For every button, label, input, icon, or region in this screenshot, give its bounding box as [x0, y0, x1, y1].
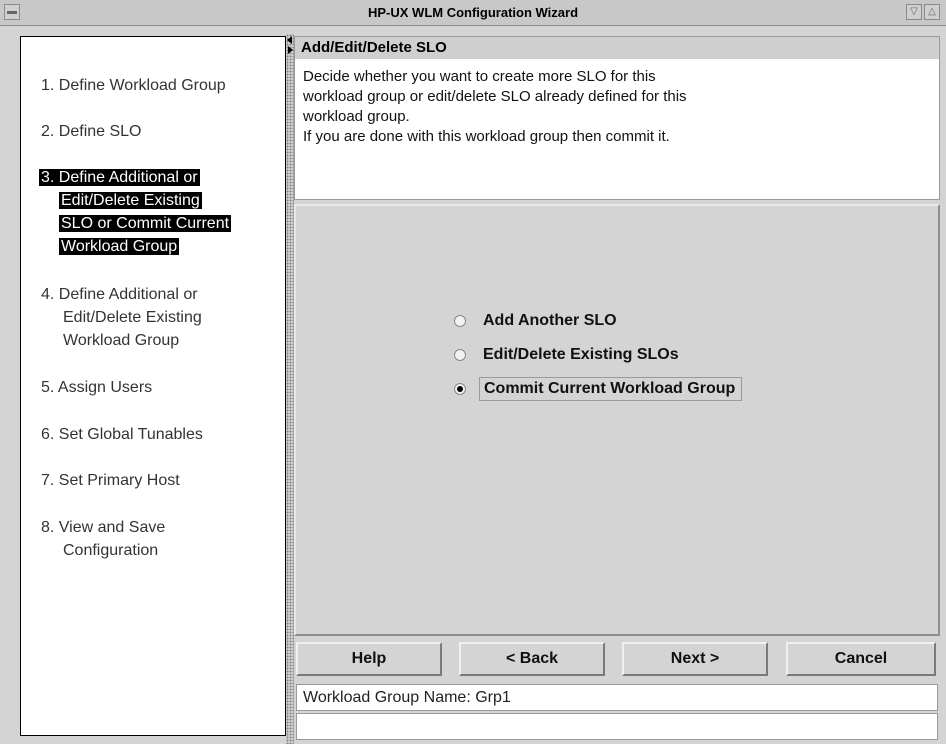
step-4-line: Workload Group	[63, 332, 180, 349]
step-7[interactable]: 7. Set Primary Host	[41, 469, 261, 492]
options-panel: Add Another SLO Edit/Delete Existing SLO…	[294, 204, 940, 636]
description-line: workload group.	[303, 108, 410, 125]
title-bar: ▬ HP-UX WLM Configuration Wizard ▽ △	[0, 0, 946, 26]
minimize-icon[interactable]: ▽	[906, 4, 922, 20]
pane-splitter[interactable]	[286, 34, 294, 744]
window-title: HP-UX WLM Configuration Wizard	[367, 5, 579, 20]
collapse-left-icon[interactable]	[287, 36, 292, 44]
option-commit-workload-group[interactable]: Commit Current Workload Group	[454, 377, 743, 401]
description-line: If you are done with this workload group…	[303, 128, 670, 145]
step-2[interactable]: 2. Define SLO	[41, 120, 261, 143]
step-3-line: Edit/Delete Existing	[59, 192, 202, 209]
panel-description: Decide whether you want to create more S…	[303, 67, 933, 147]
cancel-button[interactable]: Cancel	[786, 642, 936, 676]
option-label: Add Another SLO	[483, 312, 617, 329]
description-line: workload group or edit/delete SLO alread…	[303, 88, 687, 105]
expand-right-icon[interactable]	[288, 46, 293, 54]
workload-group-name-field: Workload Group Name: Grp1	[296, 684, 938, 711]
step-3-line: SLO or Commit Current	[59, 215, 232, 232]
description-line: Decide whether you want to create more S…	[303, 68, 656, 85]
step-4-line: Edit/Delete Existing	[63, 309, 202, 326]
step-4[interactable]: 4. Define Additional or Edit/Delete Exis…	[41, 283, 261, 352]
step-3-active[interactable]: 3. Define Additional or Edit/Delete Exis…	[39, 166, 259, 258]
panel-header: Add/Edit/Delete SLO	[295, 37, 939, 59]
step-1[interactable]: 1. Define Workload Group	[41, 74, 261, 97]
step-3-line: 3. Define Additional or	[39, 169, 200, 186]
status-message-field	[296, 713, 938, 740]
step-8-line: 8. View and Save	[41, 519, 166, 536]
option-add-another-slo[interactable]: Add Another SLO	[454, 309, 623, 333]
info-panel: Add/Edit/Delete SLO Decide whether you w…	[294, 36, 940, 200]
step-3-line: Workload Group	[59, 238, 180, 255]
step-5[interactable]: 5. Assign Users	[41, 376, 261, 399]
next-button[interactable]: Next >	[622, 642, 768, 676]
radio-edit-delete-slos[interactable]	[454, 349, 466, 361]
radio-commit-workload-group[interactable]	[454, 383, 466, 395]
step-8-line: Configuration	[63, 542, 159, 559]
help-button[interactable]: Help	[296, 642, 442, 676]
maximize-icon[interactable]: △	[924, 4, 940, 20]
step-4-line: 4. Define Additional or	[41, 286, 198, 303]
step-list: 1. Define Workload Group 2. Define SLO 3…	[20, 36, 286, 736]
step-8[interactable]: 8. View and Save Configuration	[41, 516, 261, 562]
radio-add-another-slo[interactable]	[454, 315, 466, 327]
option-label: Commit Current Workload Group	[479, 377, 743, 401]
option-edit-delete-slos[interactable]: Edit/Delete Existing SLOs	[454, 343, 685, 367]
back-button[interactable]: < Back	[459, 642, 605, 676]
option-label: Edit/Delete Existing SLOs	[483, 346, 679, 363]
step-6[interactable]: 6. Set Global Tunables	[41, 423, 261, 446]
